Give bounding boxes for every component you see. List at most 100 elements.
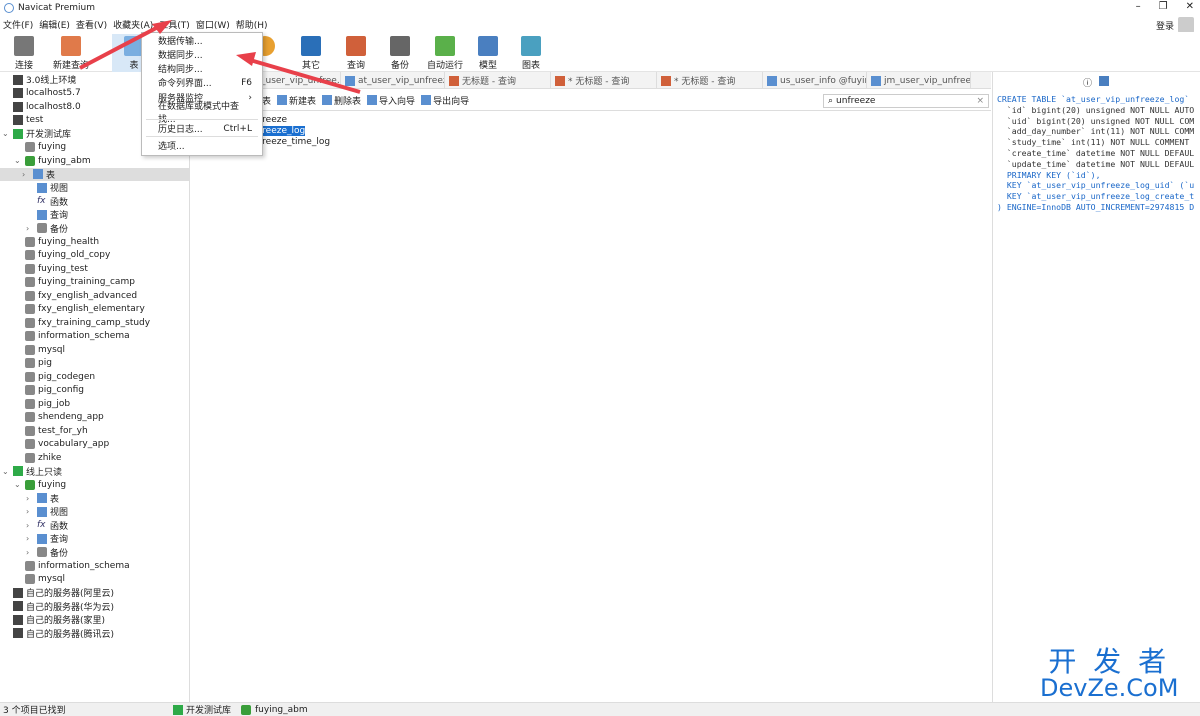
tree-node[interactable]: shendeng_app [14, 411, 104, 424]
tab[interactable]: at_user_vip_unfreeze... [341, 72, 445, 89]
expand-chevron-icon[interactable]: ⌄ [2, 129, 10, 138]
tree-node[interactable]: fuying_training_camp [14, 276, 135, 289]
tree-node[interactable]: vocabulary_app [14, 438, 109, 451]
tree-node[interactable]: fx 函数 [26, 195, 68, 208]
expand-chevron-icon[interactable]: ⌄ [2, 467, 10, 476]
tree-node[interactable]: pig_job [14, 397, 70, 410]
minimize-button[interactable]: – [1136, 1, 1141, 12]
tree-node[interactable]: › fx 函数 [26, 519, 68, 532]
new-query-button[interactable]: 新建查询 [48, 34, 94, 72]
tree-node[interactable]: localhost5.7 [2, 87, 81, 100]
tree-node[interactable]: 视图 [26, 181, 68, 194]
connect-button[interactable]: 连接 [2, 34, 46, 72]
info-icon[interactable]: ⓘ [1083, 76, 1092, 89]
list-item[interactable]: freeze [259, 114, 287, 125]
tree-node[interactable]: fuying_test [14, 262, 88, 275]
tab[interactable]: * 无标题 - 查询 [657, 72, 763, 89]
query-button[interactable]: 查询 [334, 34, 378, 72]
tree-node[interactable]: information_schema [14, 330, 130, 343]
menu-item[interactable]: 历史日志... Ctrl+L [142, 122, 262, 136]
tree-node[interactable]: 自己的服务器(华为云) [2, 600, 114, 613]
tab[interactable]: us_user_info @fuyin... [763, 72, 867, 89]
menu-view[interactable]: 查看(V) [76, 18, 107, 31]
tree-node[interactable]: fxy_english_advanced [14, 289, 137, 302]
tree-node[interactable]: ⌄ fuying_abm [14, 154, 91, 167]
login-link[interactable]: 登录 [1156, 19, 1174, 32]
tab[interactable]: * 无标题 - 查询 [551, 72, 657, 89]
menu-file[interactable]: 文件(F) [3, 18, 33, 31]
tree-node[interactable]: 查询 [26, 208, 68, 221]
expand-chevron-icon[interactable]: › [26, 534, 34, 543]
menu-edit[interactable]: 编辑(E) [39, 18, 70, 31]
tree-node[interactable]: mysql [14, 573, 65, 586]
list-item[interactable]: freeze_time_log [259, 136, 330, 147]
expand-chevron-icon[interactable]: › [26, 548, 34, 557]
maximize-button[interactable]: ❐ [1159, 1, 1168, 12]
tree-node[interactable]: pig_codegen [14, 370, 95, 383]
tree-node[interactable]: › 查询 [26, 532, 68, 545]
menu-item[interactable]: 命令列界面... F6 [142, 76, 262, 90]
tree-node[interactable]: fuying [14, 141, 66, 154]
tab[interactable]: 无标题 - 查询 [445, 72, 551, 89]
expand-chevron-icon[interactable]: ⌄ [14, 480, 22, 489]
model-button[interactable]: 模型 [466, 34, 510, 72]
tree-node[interactable]: fxy_english_elementary [14, 303, 145, 316]
menu-item[interactable]: 数据传输... [142, 34, 262, 47]
tree-node[interactable]: fuying_health [14, 235, 99, 248]
tree-node[interactable]: 自己的服务器(阿里云) [2, 586, 114, 599]
tab[interactable]: jm_user_vip_unfreez... [867, 72, 971, 89]
menu-help[interactable]: 帮助(H) [236, 18, 268, 31]
menu-tools[interactable]: 工具(T) [159, 18, 190, 31]
list-item[interactable]: freeze_log [259, 125, 306, 136]
expand-chevron-icon[interactable]: › [26, 494, 34, 503]
menu-item[interactable]: 选项... [142, 139, 262, 152]
tree-node[interactable]: › 视图 [26, 505, 68, 518]
menu-favorites[interactable]: 收藏夹(A) [113, 18, 153, 31]
tree-node[interactable]: ⌄ 开发测试库 [2, 127, 71, 140]
ddl-icon[interactable] [1099, 76, 1109, 86]
tree-node[interactable]: ⌄ 线上只读 [2, 465, 62, 478]
tree-node[interactable]: localhost8.0 [2, 100, 81, 113]
menu-window[interactable]: 窗口(W) [196, 18, 230, 31]
search-input[interactable]: ⌕ unfreeze × [823, 94, 989, 108]
tree-node[interactable]: 自己的服务器(腾讯云) [2, 627, 114, 640]
navigation-tree[interactable]: 3.0线上环境 localhost5.7 localhost8.0 test ⌄ 开发测试… [0, 72, 190, 702]
tree-node[interactable]: ⌄ fuying [14, 478, 66, 491]
tree-node[interactable]: information_schema [14, 559, 130, 572]
autorun-button[interactable]: 自动运行 [422, 34, 468, 72]
tree-node[interactable]: mysql [14, 343, 65, 356]
chart-button[interactable]: 图表 [509, 34, 553, 72]
expand-chevron-icon[interactable]: ⌄ [14, 156, 22, 165]
tree-node[interactable]: zhike [14, 451, 61, 464]
new-table-button[interactable]: 新建表 [277, 94, 316, 107]
menu-item[interactable]: 数据同步... [142, 48, 262, 61]
tree-node[interactable]: 自己的服务器(家里) [2, 613, 105, 626]
tree-node[interactable]: › 表 [0, 167, 189, 181]
tree-node[interactable]: test [2, 114, 43, 127]
connection-icon [173, 704, 183, 715]
menu-item[interactable]: 在数据库或模式中查找... [142, 102, 262, 125]
export-wizard-button[interactable]: 导出向导 [421, 94, 469, 107]
close-button[interactable]: ✕ [1186, 1, 1194, 12]
tree-node[interactable]: pig_config [14, 384, 84, 397]
expand-chevron-icon[interactable]: › [22, 170, 30, 179]
clear-search-icon[interactable]: × [976, 96, 984, 106]
tree-node[interactable]: › 备份 [26, 546, 68, 559]
tree-node[interactable]: test_for_yh [14, 424, 88, 437]
expand-chevron-icon[interactable]: › [26, 224, 34, 233]
tree-node[interactable]: › 表 [26, 492, 59, 505]
tree-node[interactable]: fxy_training_camp_study [14, 316, 150, 329]
avatar[interactable] [1178, 17, 1194, 33]
expand-chevron-icon[interactable]: › [26, 507, 34, 516]
menu-item[interactable]: 结构同步... [142, 62, 262, 75]
other-button[interactable]: 其它 [289, 34, 333, 72]
tree-node[interactable]: fuying_old_copy [14, 249, 110, 262]
delete-table-button[interactable]: 删除表 [322, 94, 361, 107]
backup-button[interactable]: 备份 [378, 34, 422, 72]
expand-chevron-icon[interactable]: › [26, 521, 34, 530]
tree-node[interactable]: 3.0线上环境 [2, 73, 76, 86]
import-wizard-button[interactable]: 导入向导 [367, 94, 415, 107]
tree-node[interactable]: pig [14, 357, 52, 370]
tree-node-label: test_for_yh [38, 425, 88, 436]
tree-node[interactable]: › 备份 [26, 222, 68, 235]
